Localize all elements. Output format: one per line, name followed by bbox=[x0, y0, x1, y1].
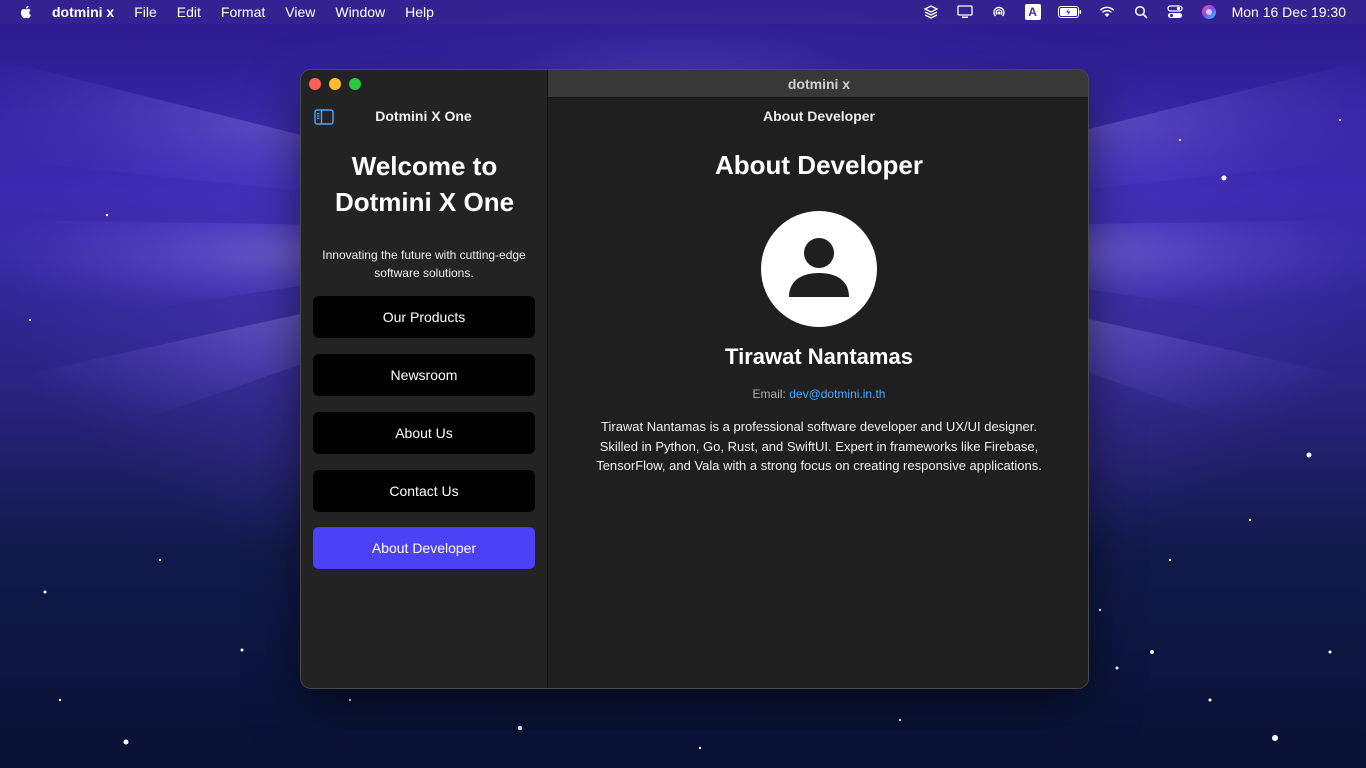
sidebar: Dotmini X One Welcome to Dotmini X One I… bbox=[301, 70, 548, 688]
email-link[interactable]: dev@dotmini.in.th bbox=[789, 387, 885, 401]
apple-icon[interactable] bbox=[18, 4, 34, 20]
welcome-line-1: Welcome to bbox=[351, 151, 498, 181]
menu-app-name[interactable]: dotmini x bbox=[52, 4, 114, 20]
menu-format[interactable]: Format bbox=[221, 4, 265, 20]
menu-clock[interactable]: Mon 16 Dec 19:30 bbox=[1232, 4, 1346, 20]
menu-bar: dotmini x File Edit Format View Window H… bbox=[0, 0, 1366, 24]
detail-pane: About Developer About Developer Tirawat … bbox=[548, 98, 1088, 688]
sidebar-toggle-icon[interactable] bbox=[314, 109, 334, 125]
zoom-button[interactable] bbox=[349, 78, 361, 90]
nav-about-us-button[interactable]: About Us bbox=[313, 412, 535, 454]
menu-view[interactable]: View bbox=[285, 4, 315, 20]
airdrop-icon[interactable] bbox=[990, 4, 1008, 20]
sidebar-title: Dotmini X One bbox=[375, 108, 472, 124]
page-title: About Developer bbox=[714, 150, 924, 180]
developer-bio: Tirawat Nantamas is a professional softw… bbox=[588, 417, 1050, 476]
developer-name: Tirawat Nantamas bbox=[725, 344, 913, 369]
nav-contact-us-button[interactable]: Contact Us bbox=[313, 470, 535, 512]
status-area: A Mon 16 Dec 19:30 bbox=[906, 0, 1346, 24]
nav-our-products-button[interactable]: Our Products bbox=[313, 296, 535, 338]
menu-window[interactable]: Window bbox=[335, 4, 385, 20]
email-row: Email: dev@dotmini.in.th bbox=[548, 387, 1088, 401]
window-controls bbox=[309, 78, 369, 90]
detail-nav-title: About Developer bbox=[762, 108, 875, 124]
email-label: Email: bbox=[752, 387, 786, 401]
window-title: dotmini x bbox=[548, 70, 1088, 98]
nav-about-developer-button[interactable]: About Developer bbox=[313, 527, 535, 569]
siri-icon[interactable] bbox=[1200, 4, 1218, 20]
menu-edit[interactable]: Edit bbox=[177, 4, 201, 20]
minimize-button[interactable] bbox=[329, 78, 341, 90]
search-icon[interactable] bbox=[1132, 4, 1150, 20]
menu-help[interactable]: Help bbox=[405, 4, 434, 20]
input-source-icon[interactable]: A bbox=[1024, 4, 1042, 20]
app-window: Dotmini X One Welcome to Dotmini X One I… bbox=[300, 69, 1089, 689]
tagline-line-2: software solutions. bbox=[374, 266, 474, 280]
close-button[interactable] bbox=[309, 78, 321, 90]
layers-icon[interactable] bbox=[922, 4, 940, 20]
battery-icon[interactable] bbox=[1057, 4, 1082, 20]
welcome-line-2: Dotmini X One bbox=[334, 187, 515, 217]
bio-line-1: Tirawat Nantamas is a professional softw… bbox=[601, 419, 1037, 434]
wifi-icon[interactable] bbox=[1098, 4, 1116, 20]
display-icon[interactable] bbox=[956, 4, 974, 20]
bio-line-3: TensorFlow, and Vala with a strong focus… bbox=[596, 458, 1042, 473]
person-icon bbox=[789, 238, 849, 297]
welcome-heading: Welcome to Dotmini X One bbox=[301, 148, 548, 220]
tagline-line-1: Innovating the future with cutting-edge bbox=[322, 248, 526, 262]
menu-file[interactable]: File bbox=[134, 4, 157, 20]
avatar bbox=[761, 211, 877, 327]
tagline: Innovating the future with cutting-edge … bbox=[313, 246, 535, 282]
bio-line-2: Skilled in Python, Go, Rust, and SwiftUI… bbox=[599, 438, 1039, 454]
nav-newsroom-button[interactable]: Newsroom bbox=[313, 354, 535, 396]
control-center-icon[interactable] bbox=[1166, 4, 1184, 20]
